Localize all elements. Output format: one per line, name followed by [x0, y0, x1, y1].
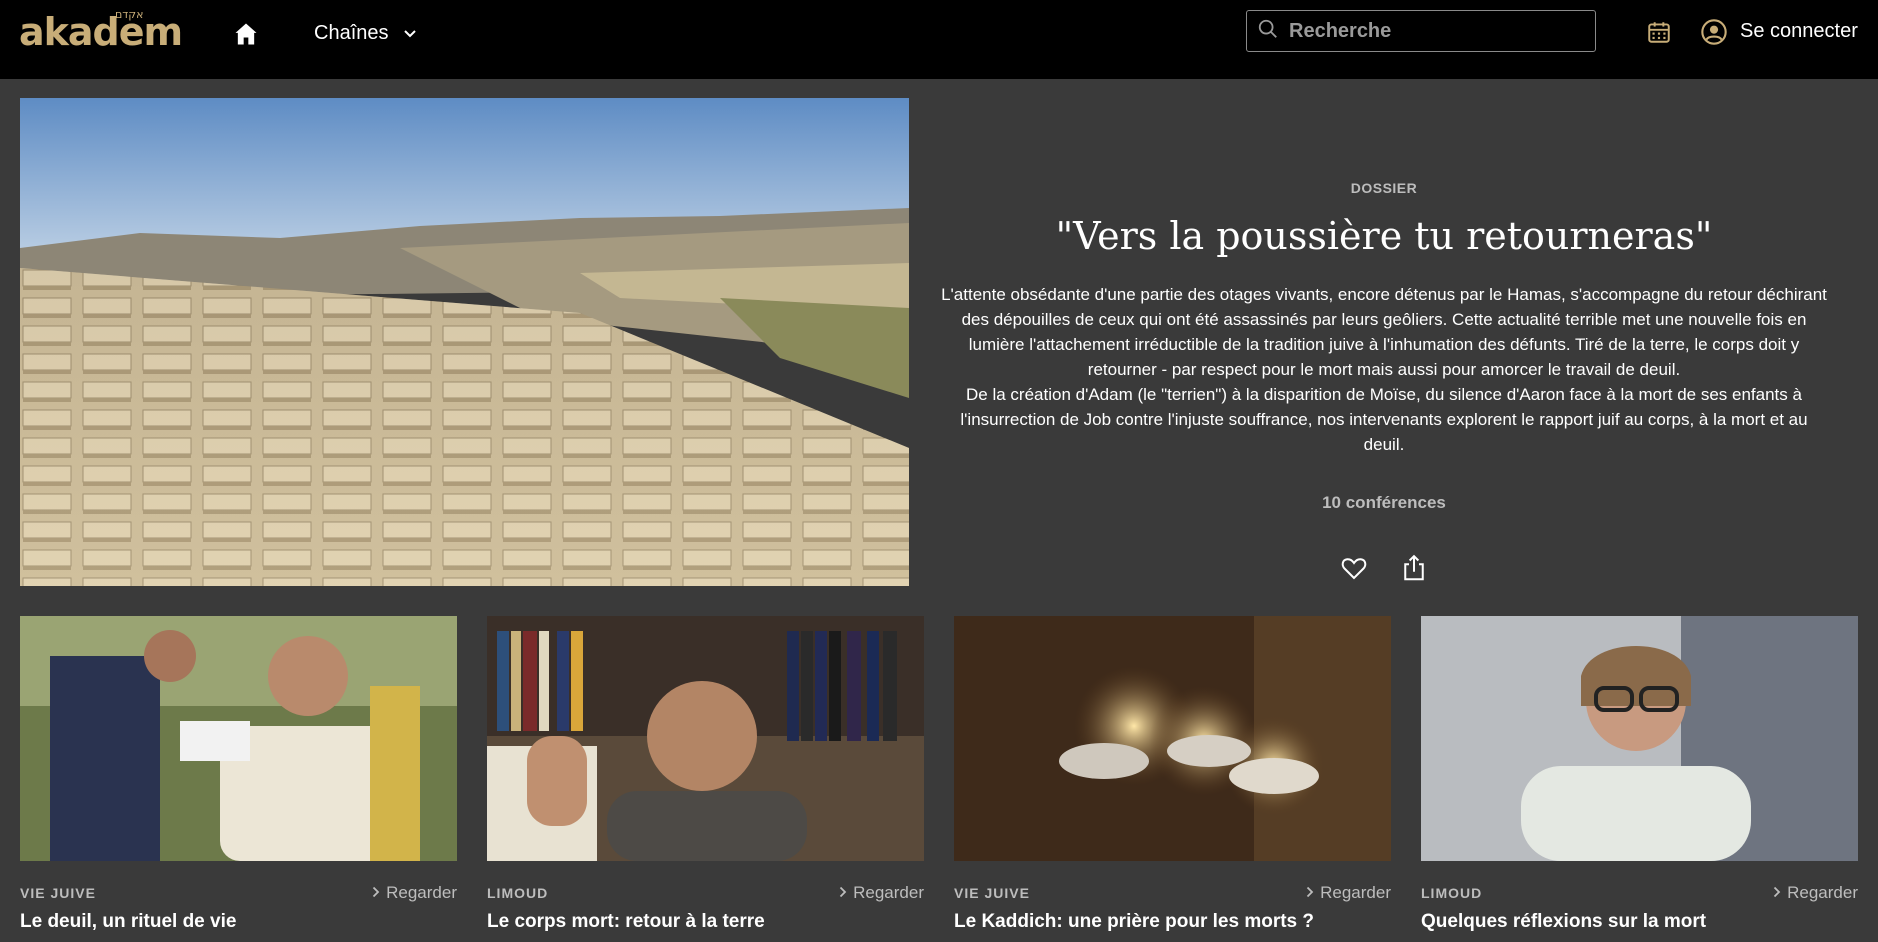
top-navigation-bar: akadem אקדם Chaînes Se co: [0, 0, 1878, 79]
video-thumbnail[interactable]: [487, 616, 924, 861]
dossier-title[interactable]: "Vers la poussière tu retourneras": [940, 214, 1828, 258]
watch-label: Regarder: [1787, 883, 1858, 902]
video-card[interactable]: LIMOUD Regarder Le corps mort: retour à …: [487, 616, 924, 933]
chevron-down-icon: [403, 22, 417, 45]
heart-icon[interactable]: [1339, 553, 1369, 583]
card-category[interactable]: VIE JUIVE: [20, 885, 96, 901]
watch-link[interactable]: Regarder: [839, 883, 924, 903]
video-thumbnail[interactable]: [954, 616, 1391, 861]
watch-label: Regarder: [386, 883, 457, 902]
search-input[interactable]: [1287, 18, 1581, 44]
video-card[interactable]: LIMOUD Regarder Quelques réflexions sur …: [1421, 616, 1858, 933]
card-title[interactable]: Le Kaddich: une prière pour les morts ?: [954, 911, 1391, 933]
card-title[interactable]: Le deuil, un rituel de vie: [20, 911, 457, 933]
card-category[interactable]: LIMOUD: [487, 885, 548, 901]
calendar-icon[interactable]: [1646, 19, 1674, 47]
dossier-description-paragraph-1: L'attente obsédante d'une partie des ota…: [941, 285, 1827, 379]
watch-link[interactable]: Regarder: [1773, 883, 1858, 903]
login-link[interactable]: Se connecter: [1740, 20, 1858, 43]
video-card[interactable]: VIE JUIVE Regarder Le deuil, un rituel d…: [20, 616, 457, 933]
home-icon[interactable]: [232, 20, 260, 48]
logo-text: akadem: [19, 10, 183, 54]
chevron-right-icon: [1773, 883, 1781, 903]
watch-link[interactable]: Regarder: [1306, 883, 1391, 903]
dossier-actions: [940, 553, 1828, 583]
channels-dropdown[interactable]: Chaînes: [314, 19, 417, 47]
watch-label: Regarder: [1320, 883, 1391, 902]
chevron-right-icon: [1306, 883, 1314, 903]
share-icon[interactable]: [1399, 553, 1429, 583]
watch-link[interactable]: Regarder: [372, 883, 457, 903]
logo-hebrew-text: אקדם: [115, 8, 144, 21]
user-icon[interactable]: [1700, 18, 1728, 46]
video-thumbnail[interactable]: [20, 616, 457, 861]
dossier-panel: DOSSIER "Vers la poussière tu retournera…: [940, 180, 1828, 583]
akadem-logo[interactable]: akadem אקדם: [19, 8, 189, 66]
watch-label: Regarder: [853, 883, 924, 902]
video-thumbnail[interactable]: [1421, 616, 1858, 861]
video-card[interactable]: VIE JUIVE Regarder Le Kaddich: une prièr…: [954, 616, 1391, 933]
card-title[interactable]: Le corps mort: retour à la terre: [487, 911, 924, 933]
chevron-right-icon: [839, 883, 847, 903]
dossier-description: L'attente obsédante d'une partie des ota…: [940, 282, 1828, 457]
search-icon: [1257, 18, 1279, 45]
hero-image[interactable]: [20, 98, 909, 586]
chevron-right-icon: [372, 883, 380, 903]
card-category[interactable]: VIE JUIVE: [954, 885, 1030, 901]
conference-count: 10 conférences: [1322, 493, 1446, 512]
channels-label: Chaînes: [314, 21, 389, 44]
card-title[interactable]: Quelques réflexions sur la mort: [1421, 911, 1858, 933]
dossier-description-paragraph-2: De la création d'Adam (le "terrien") à l…: [960, 385, 1808, 454]
search-box[interactable]: [1246, 10, 1596, 52]
card-category[interactable]: LIMOUD: [1421, 885, 1482, 901]
dossier-label: DOSSIER: [1350, 180, 1418, 196]
